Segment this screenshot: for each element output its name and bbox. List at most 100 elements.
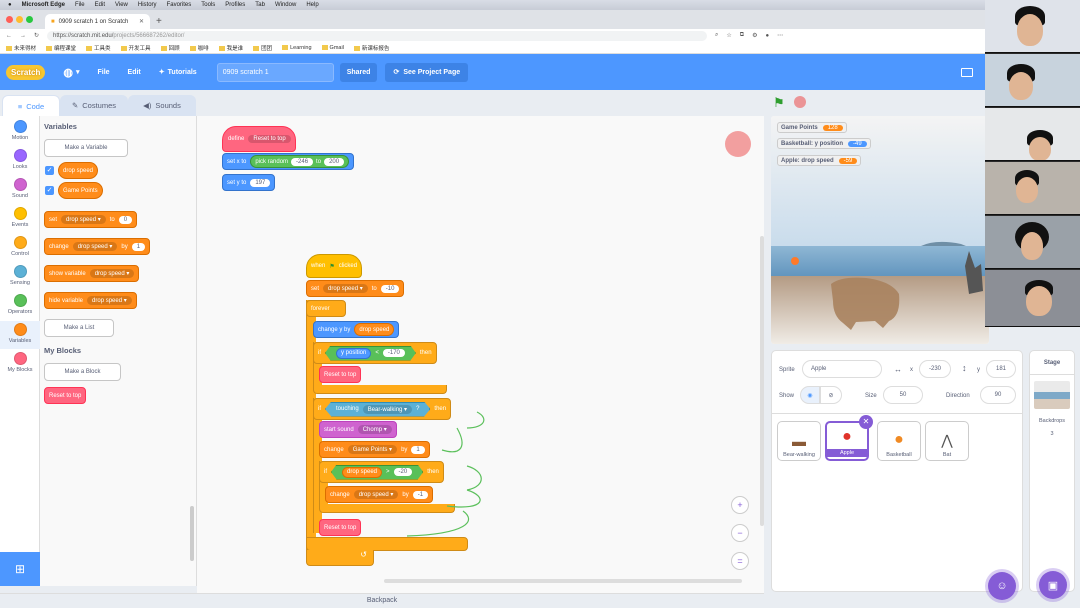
category-events[interactable]: Events — [0, 207, 40, 228]
workspace-vscrollbar[interactable] — [760, 236, 764, 526]
less-than-operator[interactable]: y position < -170 — [325, 345, 416, 361]
menu-favorites[interactable]: Favorites — [167, 2, 192, 8]
minimize-window-icon[interactable] — [16, 16, 23, 23]
menu-edit[interactable]: Edit — [95, 2, 105, 8]
category-variables[interactable]: Variables — [0, 321, 40, 349]
bookmark-item[interactable]: 我是谁 — [219, 44, 244, 52]
video-tile[interactable] — [985, 108, 1080, 161]
menu-tools[interactable]: Tools — [201, 2, 215, 8]
green-flag-icon[interactable]: ⚑ — [773, 95, 785, 111]
close-tab-icon[interactable]: ✕ — [139, 18, 144, 25]
more-icon[interactable]: ⋯ — [777, 32, 783, 39]
project-title-input[interactable]: 0909 scratch 1 — [216, 62, 334, 82]
drop-speed-reporter[interactable]: drop speed — [354, 323, 395, 336]
bookmark-item[interactable]: 工具类 — [86, 44, 111, 52]
video-tile[interactable] — [985, 162, 1080, 215]
category-sensing[interactable]: Sensing — [0, 265, 40, 286]
menu-help[interactable]: Help — [306, 2, 318, 8]
tab-sounds[interactable]: ◀) Sounds — [128, 95, 196, 116]
bookmark-item[interactable]: 开发工具 — [121, 44, 151, 52]
file-menu[interactable]: File — [97, 69, 109, 76]
forward-icon[interactable]: → — [20, 33, 26, 39]
value-input[interactable]: -246 — [291, 157, 314, 166]
see-project-page-button[interactable]: ⟳ See Project Page — [385, 62, 469, 82]
collections-icon[interactable]: ⧉ — [740, 32, 744, 39]
category-my-blocks[interactable]: My Blocks — [0, 352, 40, 373]
edit-menu[interactable]: Edit — [128, 69, 141, 76]
category-looks[interactable]: Looks — [0, 149, 40, 170]
var-reporter-drop-speed[interactable]: drop speed — [58, 162, 99, 179]
category-operators[interactable]: Operators — [0, 294, 40, 315]
var-checkbox[interactable]: ✓ — [45, 166, 54, 175]
url-field[interactable]: https://scratch.mit.edu/projects/5666872… — [47, 30, 708, 41]
bookmark-item[interactable]: Gmail — [322, 45, 344, 51]
bookmark-item[interactable]: 团团 — [253, 44, 272, 52]
tutorials-button[interactable]: ✦ Tutorials — [159, 68, 197, 77]
extensions-icon[interactable]: ⚙ — [752, 32, 757, 39]
scratch-logo[interactable]: Scratch — [6, 64, 46, 80]
category-control[interactable]: Control — [0, 236, 40, 257]
app-name[interactable]: Microsoft Edge — [22, 2, 65, 8]
menu-window[interactable]: Window — [275, 2, 296, 8]
variable-dropdown[interactable]: drop speed — [72, 242, 118, 251]
set-y-block[interactable]: set y to 197 — [222, 174, 276, 191]
menu-view[interactable]: View — [115, 2, 128, 8]
if-block-y-position[interactable]: if y position < -170 then — [313, 342, 437, 364]
new-tab-icon[interactable]: + — [156, 16, 162, 27]
sprite-tile-basketball[interactable]: ● Basketball — [877, 421, 921, 461]
bookmark-item[interactable]: 回顾 — [161, 44, 180, 52]
make-block-button[interactable]: Make a Block — [44, 363, 121, 381]
bookmark-item[interactable]: Learning — [282, 45, 311, 51]
value-input[interactable]: 1 — [131, 242, 146, 251]
y-position-reporter[interactable]: y position — [336, 347, 372, 359]
define-block[interactable]: define Reset to top — [222, 126, 296, 152]
sprite-name-input[interactable]: Apple — [802, 360, 882, 378]
variable-dropdown[interactable]: drop speed — [323, 284, 368, 293]
when-flag-clicked-hat[interactable]: when ⚑ clicked — [306, 254, 363, 278]
show-visible-toggle[interactable]: ◉ — [800, 386, 820, 404]
menu-profiles[interactable]: Profiles — [225, 2, 245, 8]
zoom-icon[interactable]: ⌕ — [715, 32, 718, 39]
value-input[interactable]: 197 — [250, 178, 271, 187]
reload-icon[interactable]: ↻ — [34, 32, 39, 39]
favorite-icon[interactable]: ☆ — [726, 32, 731, 39]
trash-icon[interactable]: ✕ — [859, 415, 873, 429]
stage-canvas[interactable]: Game Points 128 Basketball: y position -49… — [771, 116, 989, 344]
choose-sprite-button[interactable]: ☺ — [988, 572, 1016, 600]
apple-icon[interactable]: ● — [8, 2, 12, 8]
reset-to-top-call[interactable]: Reset to top — [319, 366, 362, 383]
back-icon[interactable]: ← — [6, 33, 12, 39]
bookmark-item[interactable]: 未来得材 — [6, 44, 36, 52]
video-tile[interactable] — [985, 0, 1080, 53]
monitor-game-points[interactable]: Game Points 128 — [777, 122, 847, 133]
choose-backdrop-button[interactable]: ▣ — [1039, 571, 1067, 599]
variable-dropdown[interactable]: drop speed — [61, 215, 106, 224]
menu-tab[interactable]: Tab — [255, 2, 265, 8]
close-window-icon[interactable] — [6, 16, 13, 23]
bookmark-item[interactable]: 新课标报告 — [354, 44, 390, 52]
shared-button[interactable]: Shared — [339, 62, 378, 82]
menu-file[interactable]: File — [75, 2, 85, 8]
change-variable-block[interactable]: changedrop speedby1 — [44, 238, 151, 255]
hide-variable-block[interactable]: hide variable drop speed — [44, 292, 137, 309]
pick-random-block[interactable]: pick random -246 to 200 — [250, 155, 350, 168]
set-x-block[interactable]: set x to pick random -246 to 200 — [222, 153, 355, 170]
set-drop-speed-block[interactable]: setdrop speedto-10 — [306, 280, 405, 297]
forever-block[interactable]: forever — [306, 300, 346, 317]
stage-selector-panel[interactable]: Stage Backdrops 3 — [1029, 350, 1075, 592]
video-tile[interactable] — [985, 270, 1080, 327]
custom-block-reset-to-top[interactable]: Reset to top — [44, 387, 87, 404]
zoom-reset-button[interactable]: = — [731, 552, 749, 570]
direction-input[interactable]: 90 — [980, 386, 1016, 404]
my-stuff-folder-icon[interactable] — [961, 67, 973, 77]
reset-to-top-call[interactable]: Reset to top — [319, 519, 362, 536]
bookmark-item[interactable]: 咖啡 — [190, 44, 209, 52]
bookmark-item[interactable]: 编程课堂 — [46, 44, 76, 52]
y-input[interactable]: 181 — [986, 360, 1016, 378]
monitor-apple-drop-speed[interactable]: Apple: drop speed -59 — [777, 155, 862, 166]
maximize-window-icon[interactable] — [26, 16, 33, 23]
palette-scrollbar[interactable] — [190, 506, 194, 561]
sprite-tile-bat[interactable]: ⋀ Bat — [925, 421, 969, 461]
show-hidden-toggle[interactable]: ⊘ — [820, 386, 842, 404]
monitor-basketball-y[interactable]: Basketball: y position -49 — [777, 138, 871, 149]
